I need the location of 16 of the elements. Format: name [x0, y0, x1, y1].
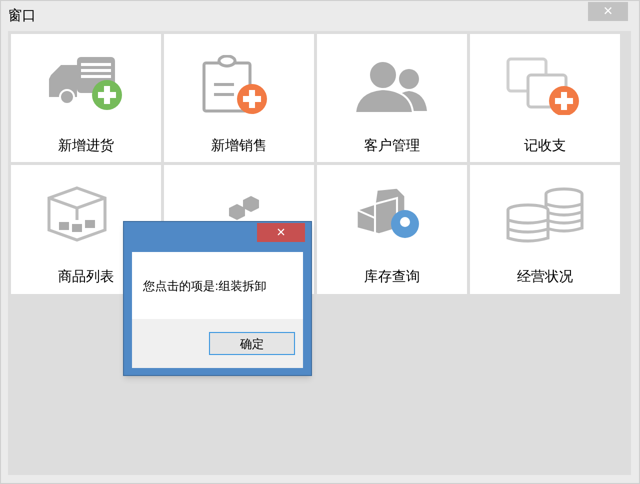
tile-label: 新增进货: [58, 136, 114, 155]
tile-label: 新增销售: [211, 136, 267, 155]
menu-tile[interactable]: 客户管理: [317, 34, 467, 162]
tile-label: 客户管理: [364, 136, 420, 155]
menu-tile[interactable]: 记收支: [470, 34, 620, 162]
tile-label: 记收支: [524, 136, 566, 155]
tile-label: 库存查询: [364, 267, 420, 286]
tile-label: 商品列表: [58, 267, 114, 286]
close-button[interactable]: ×: [257, 223, 305, 242]
menu-tile[interactable]: 经营状况: [470, 165, 620, 294]
menu-tile[interactable]: 新增销售: [164, 34, 314, 162]
tile-label: 经营状况: [517, 267, 573, 286]
window-title: 窗口: [8, 7, 36, 23]
menu-tile[interactable]: 库存查询: [317, 165, 467, 294]
menu-tile[interactable]: 新增进货: [11, 34, 161, 162]
ok-button[interactable]: 确定: [209, 332, 295, 355]
